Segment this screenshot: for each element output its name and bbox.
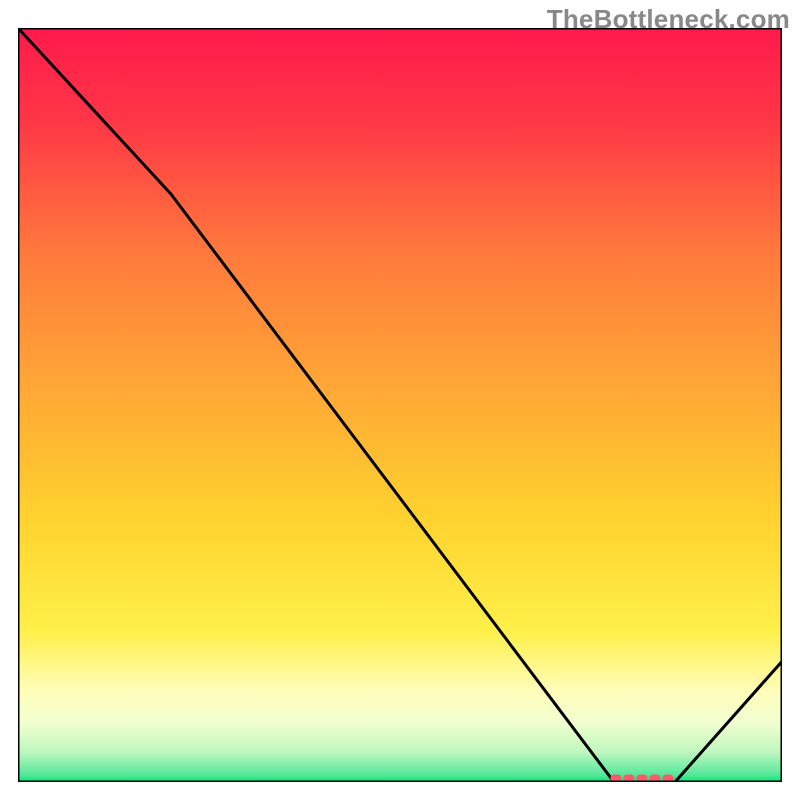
chart-container: TheBottleneck.com xyxy=(0,0,800,800)
plot-area xyxy=(18,28,782,782)
chart-svg xyxy=(18,28,782,782)
heat-background xyxy=(18,28,782,782)
